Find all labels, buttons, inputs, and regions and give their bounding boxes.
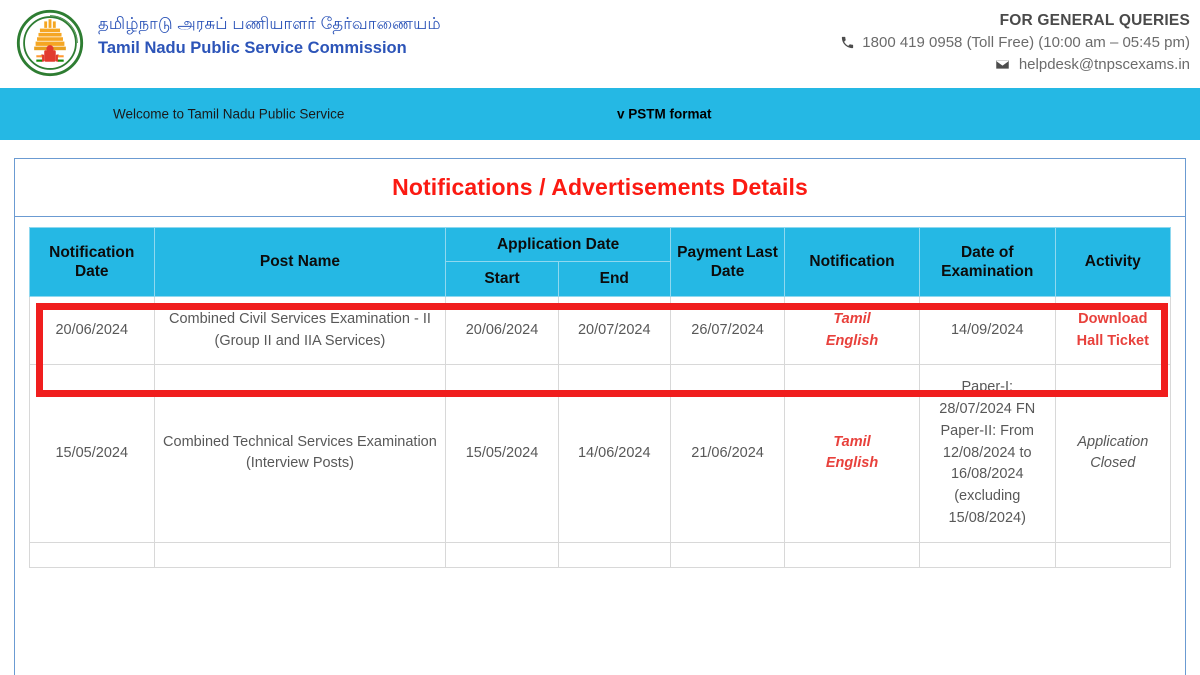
notification-tamil-link[interactable]: Tamil [793,432,911,453]
cell-post-name: Combined Civil Services Examination - II… [153,295,447,366]
cell-post-name: Combined Technical Services Examination … [153,364,447,543]
cell-date-of-examination [918,541,1056,568]
application-closed-status: Application Closed [1077,433,1149,472]
notification-english-link[interactable]: English [793,453,911,474]
email-address[interactable]: helpdesk@tnpscexams.in [1019,56,1190,73]
email-line[interactable]: helpdesk@tnpscexams.in [840,56,1190,73]
phone-icon [840,35,855,50]
envelope-icon [995,57,1010,72]
col-application-end[interactable]: End [557,261,671,297]
cell-activity: Application Closed [1054,364,1172,543]
col-activity[interactable]: Activity [1054,227,1172,297]
col-date-of-examination[interactable]: Date of Examination [918,227,1056,297]
table-row[interactable]: 15/05/2024 Combined Technical Services E… [29,364,1172,543]
table-body: 20/06/2024 Combined Civil Services Exami… [29,295,1172,568]
cell-activity: Download Hall Ticket [1054,295,1172,366]
col-notification[interactable]: Notification [784,227,920,297]
cell-application-start [445,541,559,568]
exam-date-paper-1: Paper-I: 28/07/2024 FN [939,379,1036,417]
org-name-tamil: தமிழ்நாடு அரசுப் பணியாளர் தேர்வாணையம் [98,15,441,33]
exam-date-line: 14/09/2024 [950,321,1024,338]
cell-payment-last-date [669,541,786,568]
phone-number: 1800 419 0958 (Toll Free) (10:00 am – 05… [862,34,1190,51]
tnpsc-emblem-logo [14,4,86,82]
col-post-name[interactable]: Post Name [153,227,447,297]
phone-line: 1800 419 0958 (Toll Free) (10:00 am – 05… [840,34,1190,51]
general-queries-block: FOR GENERAL QUERIES 1800 419 0958 (Toll … [840,4,1190,73]
cell-notification-date: 15/05/2024 [29,364,155,543]
exam-date-paper-2: Paper-II: From 12/08/2024 to 16/08/2024 … [940,422,1034,526]
cell-date-of-examination: Paper-I: 28/07/2024 FN Paper-II: From 12… [918,364,1056,543]
col-payment-last-date[interactable]: Payment Last Date [669,227,786,297]
brand-block: தமிழ்நாடு அரசுப் பணியாளர் தேர்வாணையம் Ta… [14,4,441,82]
cell-payment-last-date: 21/06/2024 [669,364,786,543]
table-head: Notification Date Post Name Application … [29,226,1172,297]
notifications-table-wrapper: Notification Date Post Name Application … [15,217,1185,568]
col-notification-date[interactable]: Notification Date [29,227,155,297]
cell-payment-last-date: 26/07/2024 [669,295,786,366]
notification-english-link[interactable]: English [793,331,911,352]
cell-application-start: 20/06/2024 [445,295,559,366]
site-header: தமிழ்நாடு அரசுப் பணியாளர் தேர்வாணையம் Ta… [0,0,1200,88]
table-row[interactable] [29,541,1172,568]
marquee-text-left: Welcome to Tamil Nadu Public Service [113,106,345,122]
cell-application-end: 14/06/2024 [557,364,671,543]
table-header-row-1: Notification Date Post Name Application … [29,226,1172,297]
cell-activity [1054,541,1172,568]
marquee-text-right: v PSTM format [617,106,712,122]
org-name-english: Tamil Nadu Public Service Commission [98,39,407,58]
cell-notification-links: Tamil English [784,295,920,366]
notifications-table: Notification Date Post Name Application … [29,226,1172,568]
cell-notification-links [784,541,920,568]
table-row[interactable]: 20/06/2024 Combined Civil Services Exami… [29,295,1172,366]
brand-text: தமிழ்நாடு அரசுப் பணியாளர் தேர்வாணையம் Ta… [98,4,441,62]
col-application-start[interactable]: Start [445,261,559,297]
col-application-date: Application Date [445,226,671,263]
cell-notification-date [29,541,155,568]
cell-notification-date: 20/06/2024 [29,295,155,366]
queries-title: FOR GENERAL QUERIES [999,12,1190,29]
notifications-card: Notifications / Advertisements Details N… [14,158,1186,675]
cell-application-end [557,541,671,568]
download-hall-ticket-link[interactable]: Download Hall Ticket [1077,311,1149,349]
page-title: Notifications / Advertisements Details [15,159,1185,217]
cell-post-name [153,541,447,568]
cell-date-of-examination: 14/09/2024 [918,295,1056,366]
announcement-marquee-bar: Welcome to Tamil Nadu Public Service v P… [0,88,1200,140]
cell-application-end: 20/07/2024 [557,295,671,366]
cell-application-start: 15/05/2024 [445,364,559,543]
cell-notification-links: Tamil English [784,364,920,543]
notification-tamil-link[interactable]: Tamil [793,309,911,330]
